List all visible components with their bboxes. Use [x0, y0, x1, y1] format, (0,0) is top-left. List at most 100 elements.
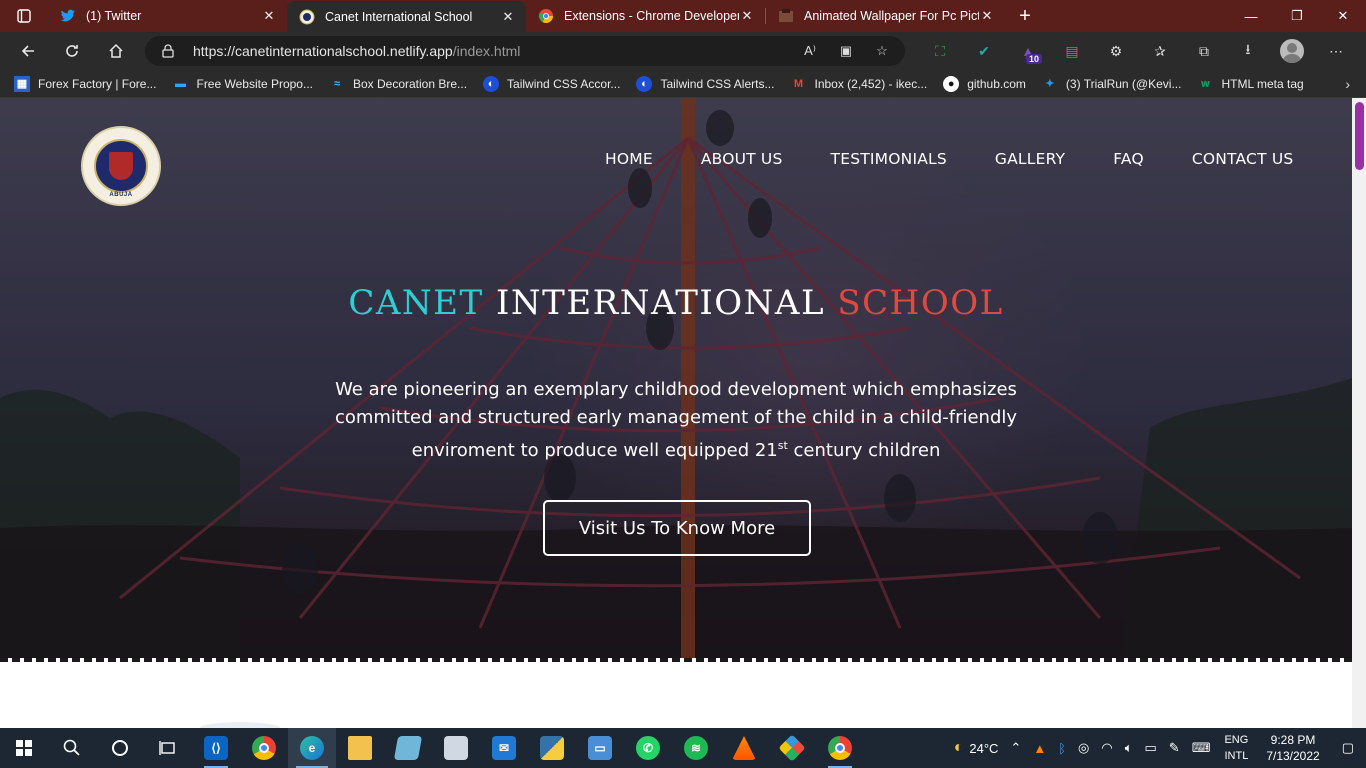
task-view-button[interactable]	[144, 728, 192, 768]
notes-extension-icon[interactable]: ▤	[1050, 37, 1094, 65]
taskbar-git[interactable]	[768, 728, 816, 768]
avatar	[1280, 39, 1304, 63]
bluetooth-icon[interactable]: ᛒ	[1052, 741, 1072, 756]
start-button[interactable]	[0, 728, 48, 768]
extension-badge: 10	[1025, 54, 1042, 64]
tab-wallpaper[interactable]: Animated Wallpaper For Pc Pictu ✕	[766, 0, 1005, 32]
tab-canet[interactable]: Canet International School ✕	[287, 1, 526, 33]
add-favorite-icon[interactable]: ☆	[873, 42, 891, 60]
search-button[interactable]	[48, 728, 96, 768]
vlc-tray-icon[interactable]: ▲	[1027, 741, 1052, 756]
browser-toolbar: https://canetinternationalschool.netlify…	[0, 32, 1366, 70]
check-extension-icon[interactable]: ✔	[962, 37, 1006, 65]
close-tab-icon[interactable]: ✕	[739, 8, 755, 24]
taskbar-file-explorer[interactable]	[336, 728, 384, 768]
visit-us-button[interactable]: Visit Us To Know More	[543, 500, 811, 556]
page-scrollbar[interactable]	[1352, 98, 1366, 728]
home-button[interactable]	[94, 35, 138, 67]
nav-home[interactable]: HOME	[605, 150, 653, 168]
taskbar-chrome[interactable]	[240, 728, 288, 768]
nav-gallery[interactable]: GALLERY	[995, 150, 1065, 168]
address-bar[interactable]: https://canetinternationalschool.netlify…	[145, 36, 905, 66]
reader-view-icon[interactable]: ▣	[837, 42, 855, 60]
language-indicator[interactable]: ENG INTL	[1216, 732, 1256, 764]
chevron-right-icon[interactable]: ›	[1345, 76, 1350, 92]
nav-faq[interactable]: FAQ	[1113, 150, 1144, 168]
taskbar-python[interactable]	[528, 728, 576, 768]
nav-about-us[interactable]: ABOUT US	[701, 150, 783, 168]
taskbar-spotify[interactable]: ≋	[672, 728, 720, 768]
read-aloud-icon[interactable]: A⁾	[801, 42, 819, 60]
close-window-button[interactable]: ✕	[1320, 0, 1366, 32]
nav-contact-us[interactable]: CONTACT US	[1192, 150, 1294, 168]
tailwind-icon: ◐	[636, 75, 653, 92]
bookmark-item[interactable]: ✦ (3) TrialRun (@Kevi...	[1042, 76, 1181, 92]
collections-icon[interactable]: ⧉	[1182, 37, 1226, 65]
taskbar-whatsapp[interactable]: ✆	[624, 728, 672, 768]
show-hidden-icons[interactable]: ⌃	[1004, 740, 1027, 756]
close-tab-icon[interactable]: ✕	[261, 8, 277, 24]
clock[interactable]: 9:28 PM 7/13/2022	[1256, 732, 1329, 764]
taskbar-chrome-dev[interactable]	[816, 728, 864, 768]
new-tab-button[interactable]: +	[1005, 0, 1045, 32]
minimize-button[interactable]: —	[1228, 0, 1274, 32]
back-button[interactable]	[6, 35, 50, 67]
settings-more-icon[interactable]: ⋯	[1314, 37, 1358, 65]
close-tab-icon[interactable]: ✕	[500, 9, 516, 25]
extensions-icon[interactable]: ⚙	[1094, 37, 1138, 65]
restore-button[interactable]: ❐	[1274, 0, 1320, 32]
python-icon	[540, 736, 564, 760]
reload-button[interactable]	[50, 35, 94, 67]
chrome-icon	[828, 736, 852, 760]
bookmark-item[interactable]: ◐ Tailwind CSS Accor...	[483, 75, 620, 92]
twitter-icon: ✦	[1045, 78, 1055, 90]
close-tab-icon[interactable]: ✕	[979, 8, 995, 24]
bookmark-item[interactable]: ● github.com	[943, 75, 1026, 92]
restore-icon: ❐	[1291, 8, 1303, 23]
taskbar-notes[interactable]	[384, 728, 432, 768]
crest-shield-icon	[109, 152, 133, 180]
profile-button[interactable]	[1270, 37, 1314, 65]
favorites-icon[interactable]: ✰	[1138, 37, 1182, 65]
taskbar-edge[interactable]: e	[288, 728, 336, 768]
notifications-button[interactable]: ▢	[1330, 740, 1366, 756]
bookmark-item[interactable]: ▦ Forex Factory | Fore...	[14, 75, 156, 92]
school-logo[interactable]: ABUJA	[81, 126, 161, 206]
bookmark-label: Tailwind CSS Alerts...	[660, 76, 775, 91]
bookmark-item[interactable]: w HTML meta tag	[1197, 76, 1304, 92]
bookmark-item[interactable]: ≈ Box Decoration Bre...	[329, 76, 467, 92]
bookmark-item[interactable]: ◐ Tailwind CSS Alerts...	[636, 75, 775, 92]
tab-twitter[interactable]: (1) Twitter ✕	[48, 0, 287, 32]
url-path: /index.html	[452, 43, 521, 59]
nav-testimonials[interactable]: TESTIMONIALS	[831, 150, 947, 168]
battery-icon[interactable]: ▭	[1139, 740, 1163, 756]
weather-widget[interactable]: ◐ 24°C	[948, 739, 1005, 757]
twitter-icon	[60, 8, 76, 24]
taskbar-vlc[interactable]	[720, 728, 768, 768]
chrome-icon	[538, 8, 554, 24]
task-view-icon	[159, 741, 175, 755]
tab-extensions[interactable]: Extensions - Chrome Developers ✕	[526, 0, 765, 32]
taskbar-photos[interactable]	[432, 728, 480, 768]
keyboard-icon[interactable]: ⌨	[1186, 740, 1217, 756]
home-icon	[109, 43, 123, 58]
bookmark-item[interactable]: M Inbox (2,452) - ikec...	[790, 76, 927, 92]
tab-title: (1) Twitter	[86, 9, 142, 23]
wizard-extension-icon[interactable]: ▲ 10	[1006, 37, 1050, 65]
scrollbar-thumb[interactable]	[1355, 102, 1364, 170]
pen-icon[interactable]: ✎	[1163, 740, 1186, 756]
tab-actions-button[interactable]	[0, 0, 48, 32]
downloads-icon[interactable]: ⭳	[1226, 37, 1270, 65]
taskbar-remote-desktop[interactable]: ▭	[576, 728, 624, 768]
camera-icon[interactable]: ◎	[1072, 740, 1095, 756]
hero-section: ABUJA HOME ABOUT US TESTIMONIALS GALLERY…	[0, 98, 1352, 662]
taskbar-vscode[interactable]: ⟨⟩	[192, 728, 240, 768]
mail-icon: ✉	[492, 736, 516, 760]
wifi-icon[interactable]: ◠	[1095, 740, 1118, 756]
volume-icon[interactable]: 🔈︎	[1119, 740, 1139, 756]
language-line1: ENG	[1224, 734, 1249, 746]
taskbar-mail[interactable]: ✉	[480, 728, 528, 768]
cortana-button[interactable]	[96, 728, 144, 768]
screenshot-extension-icon[interactable]: ⛶	[918, 37, 962, 65]
bookmark-item[interactable]: ▬ Free Website Propo...	[172, 76, 313, 92]
